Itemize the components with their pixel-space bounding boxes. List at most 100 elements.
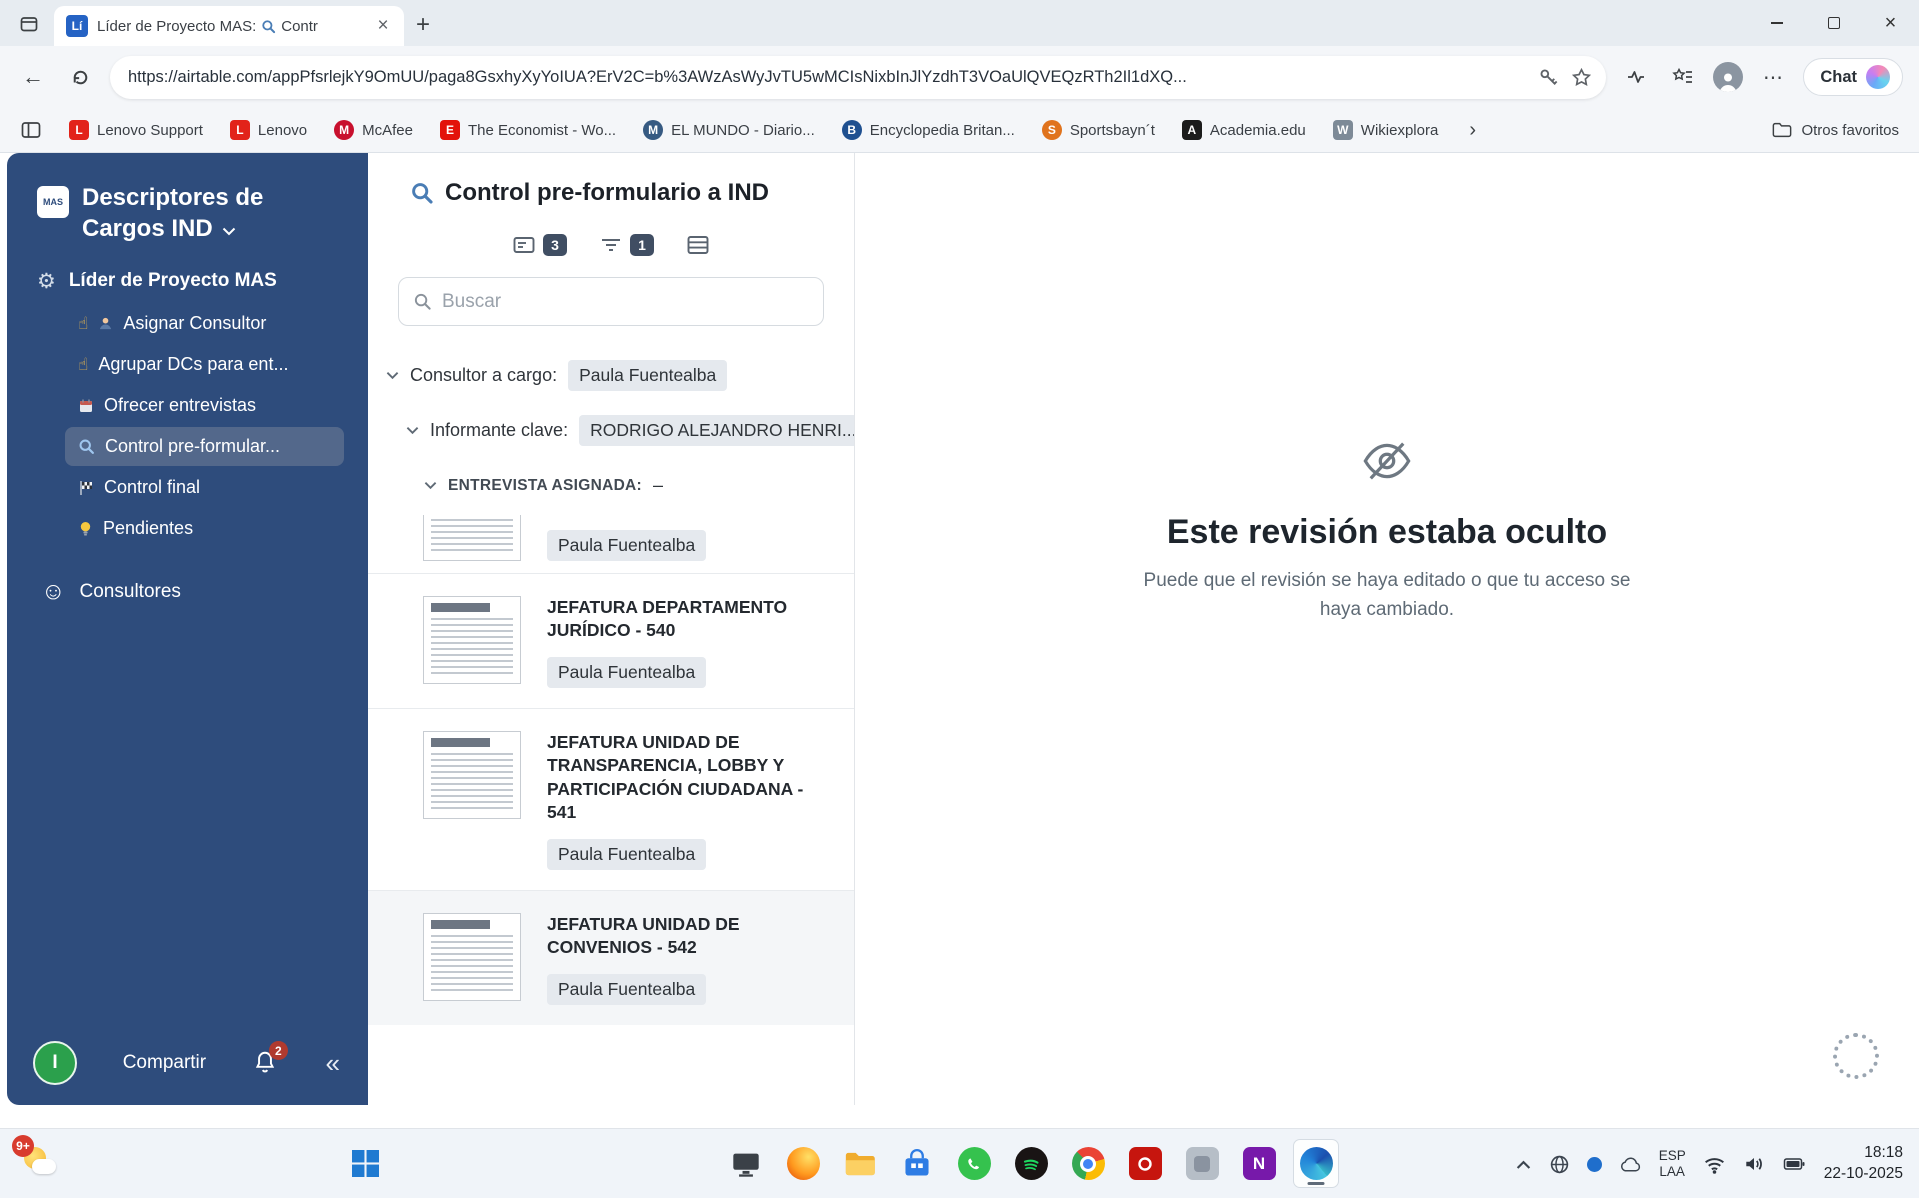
profile-avatar[interactable] xyxy=(1713,62,1744,92)
desktop-monitor-app[interactable] xyxy=(723,1139,769,1188)
sidebar-nav: ☝ Asignar Consultor ☝ Agrupar DCs para e… xyxy=(7,304,368,548)
chat-button[interactable]: Chat xyxy=(1803,58,1903,96)
maximize-button[interactable] xyxy=(1805,0,1862,46)
assignee-tag: Paula Fuentealba xyxy=(547,656,707,688)
group-value: – xyxy=(653,475,664,495)
bookmark-lenovo-support[interactable]: L Lenovo Support xyxy=(69,120,203,140)
microsoft-store-app[interactable] xyxy=(894,1139,940,1188)
hidden-record-heading: Este revisión estaba oculto xyxy=(1166,513,1608,551)
widgets-button[interactable]: 9+ xyxy=(12,1135,62,1187)
gray-app[interactable] xyxy=(1179,1139,1225,1188)
settings-menu-button[interactable]: ⋯ xyxy=(1756,60,1790,94)
network-globe-icon[interactable] xyxy=(1549,1154,1570,1175)
url-input[interactable] xyxy=(128,67,1527,87)
notifications-button[interactable]: 2 xyxy=(252,1041,288,1077)
sidebar-item-asignar-consultor[interactable]: ☝ Asignar Consultor xyxy=(65,304,344,343)
bookmark-sportsbay[interactable]: S Sportsbayn´t xyxy=(1041,120,1155,140)
tab-actions-menu-button[interactable] xyxy=(12,7,46,41)
volume-icon[interactable] xyxy=(1743,1153,1765,1175)
browser-essentials-button[interactable] xyxy=(1619,60,1653,94)
bookmark-favicon: L xyxy=(229,120,250,140)
sidebar-section-consultores[interactable]: ☺ Consultores xyxy=(7,550,368,604)
onenote-icon: N xyxy=(1242,1147,1276,1180)
chevron-down-icon[interactable] xyxy=(424,481,437,490)
bookmarks-overflow-chevron[interactable]: › xyxy=(1469,119,1476,142)
chevron-down-icon[interactable] xyxy=(406,426,419,435)
sidebar-item-control-pre-formulario[interactable]: Control pre-formular... xyxy=(65,427,344,467)
refresh-button[interactable] xyxy=(63,60,97,94)
sidebar-item-agrupar-dcs[interactable]: ☝ Agrupar DCs para ent... xyxy=(65,345,344,384)
record-card-partial[interactable]: Paula Fuentealba xyxy=(368,515,854,574)
sidebar-section-lider-proyecto[interactable]: ⚙ Líder de Proyecto MAS xyxy=(7,244,368,292)
group-consultor-a-cargo[interactable]: Consultor a cargo: Paula Fuentealba xyxy=(368,348,854,403)
onedrive-cloud-icon[interactable] xyxy=(1619,1156,1642,1173)
hidden-icons-chevron[interactable] xyxy=(1515,1158,1532,1171)
password-key-icon[interactable] xyxy=(1538,67,1559,88)
edge-app[interactable] xyxy=(1293,1139,1339,1188)
workspace-header[interactable]: MAS Descriptores de Cargos IND xyxy=(7,153,368,244)
sidebar-item-pendientes[interactable]: Pendientes xyxy=(65,509,344,548)
card-title: JEFATURA UNIDAD DE TRANSPARENCIA, LOBBY … xyxy=(547,731,804,823)
address-bar[interactable] xyxy=(110,55,1607,99)
search-input[interactable] xyxy=(442,290,809,313)
whatsapp-app[interactable] xyxy=(951,1139,997,1188)
other-favorites-button[interactable]: Otros favoritos xyxy=(1772,121,1899,139)
start-button[interactable] xyxy=(352,1150,379,1177)
bookmark-britannica[interactable]: B Encyclopedia Britan... xyxy=(841,120,1015,140)
fields-tool[interactable]: 3 xyxy=(512,233,567,257)
search-box[interactable] xyxy=(398,277,824,326)
filter-tool[interactable]: 1 xyxy=(599,233,654,257)
sidebar-item-label: Agrupar DCs para ent... xyxy=(98,354,289,375)
back-button[interactable]: ← xyxy=(16,60,50,94)
record-card-541[interactable]: JEFATURA UNIDAD DE TRANSPARENCIA, LOBBY … xyxy=(368,709,854,891)
group-label: Consultor a cargo: xyxy=(410,365,558,385)
onenote-app[interactable]: N xyxy=(1236,1139,1282,1188)
tray-app-icon[interactable] xyxy=(1586,1156,1602,1172)
collapse-sidebar-button[interactable]: « xyxy=(326,1050,340,1076)
record-card-540[interactable]: JEFATURA DEPARTAMENTO JURÍDICO - 540 Pau… xyxy=(368,574,854,709)
bookmark-mcafee[interactable]: M McAfee xyxy=(334,120,413,140)
favorite-star-icon[interactable] xyxy=(1571,67,1592,88)
battery-icon[interactable] xyxy=(1782,1154,1807,1174)
chevron-down-icon[interactable] xyxy=(386,371,399,380)
firefox-app[interactable] xyxy=(780,1139,826,1188)
spotify-app[interactable] xyxy=(1008,1139,1054,1188)
taskbar-clock[interactable]: 18:18 22-10-2025 xyxy=(1824,1143,1903,1185)
whatsapp-icon xyxy=(957,1147,991,1180)
bookmark-favicon: S xyxy=(1041,120,1062,140)
minimize-button[interactable] xyxy=(1748,0,1805,46)
wifi-icon[interactable] xyxy=(1703,1154,1726,1175)
bookmark-favicon: B xyxy=(841,120,862,140)
search-icon xyxy=(414,293,431,310)
browser-toolbar: ← ⋯ Chat xyxy=(0,46,1919,108)
gray-app-icon xyxy=(1185,1147,1219,1180)
chrome-app[interactable] xyxy=(1065,1139,1111,1188)
sidebar-item-control-final[interactable]: Control final xyxy=(65,468,344,507)
sidebar-item-ofrecer-entrevistas[interactable]: Ofrecer entrevistas xyxy=(65,386,344,425)
language-indicator[interactable]: ESP LAA xyxy=(1659,1148,1686,1180)
user-avatar[interactable]: I xyxy=(33,1041,77,1085)
rows-tool[interactable] xyxy=(686,233,710,257)
close-window-button[interactable]: × xyxy=(1862,0,1919,46)
sidebar-item-label: Control pre-formular... xyxy=(105,436,281,457)
new-tab-button[interactable]: + xyxy=(416,13,430,37)
bookmark-lenovo[interactable]: L Lenovo xyxy=(229,120,307,140)
sidebar-toggle-icon[interactable] xyxy=(20,119,42,141)
bookmark-wikiexplora[interactable]: W Wikiexplora xyxy=(1332,120,1438,140)
refresh-icon xyxy=(73,70,87,84)
favorites-bar-button[interactable] xyxy=(1666,60,1700,94)
bookmark-economist[interactable]: E The Economist - Wo... xyxy=(440,120,616,140)
bookmark-academia[interactable]: A Academia.edu xyxy=(1181,120,1306,140)
sidebar-item-label: Ofrecer entrevistas xyxy=(104,395,257,416)
bookmarks-bar: L Lenovo Support L Lenovo M McAfee E The Eco… xyxy=(0,108,1919,153)
bookmark-elmundo[interactable]: M EL MUNDO - Diario... xyxy=(643,120,815,140)
group-entrevista-asignada[interactable]: ENTREVISTA ASIGNADA: – xyxy=(368,458,854,513)
file-explorer-app[interactable] xyxy=(837,1139,883,1188)
record-card-542[interactable]: JEFATURA UNIDAD DE CONVENIOS - 542 Paula… xyxy=(368,890,854,1025)
acrobat-app[interactable] xyxy=(1122,1139,1168,1188)
share-button[interactable]: Compartir xyxy=(123,1052,206,1074)
chevron-down-icon[interactable] xyxy=(222,227,236,236)
browser-tab[interactable]: Lí Líder de Proyecto MAS: Contr × xyxy=(54,6,404,46)
group-informante-clave[interactable]: Informante clave: RODRIGO ALEJANDRO HENR… xyxy=(368,403,854,458)
tab-close-button[interactable]: × xyxy=(370,13,396,39)
